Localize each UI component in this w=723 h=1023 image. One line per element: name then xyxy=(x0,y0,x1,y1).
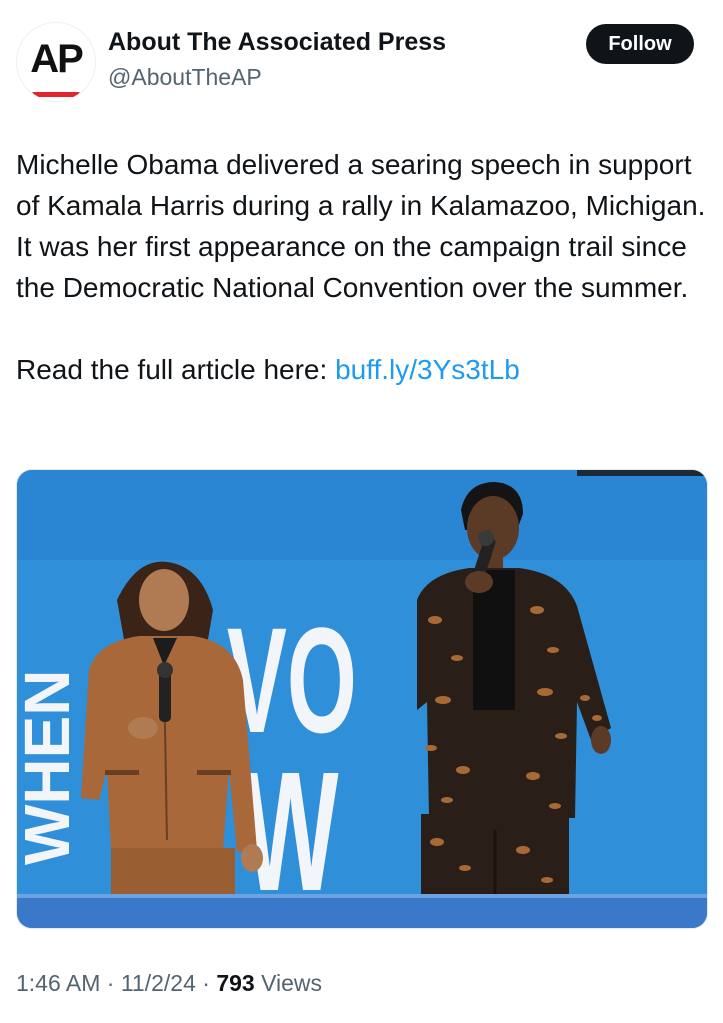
display-name[interactable]: About The Associated Press xyxy=(108,28,446,57)
tweet-text: Michelle Obama delivered a searing speec… xyxy=(16,144,706,390)
meta-separator-2: · xyxy=(195,970,217,996)
views-label: Views xyxy=(254,970,323,996)
tweet-cta: Read the full article here: buff.ly/3Ys3… xyxy=(16,349,706,390)
follow-button[interactable]: Follow xyxy=(586,24,694,64)
tweet-time[interactable]: 1:46 AM xyxy=(16,970,100,996)
meta-separator: · xyxy=(100,970,121,996)
tweet-meta: 1:46 AM · 11/2/24 · 793 Views xyxy=(16,970,322,997)
ap-logo-accent-bar xyxy=(31,92,81,97)
tweet-body: Michelle Obama delivered a searing speec… xyxy=(16,149,706,303)
avatar[interactable]: AP xyxy=(16,22,96,102)
tweet-date[interactable]: 11/2/24 xyxy=(121,970,196,996)
user-handle[interactable]: @AboutTheAP xyxy=(108,64,262,91)
views-count: 793 xyxy=(216,970,255,996)
tweet-cta-prefix: Read the full article here: xyxy=(16,354,336,385)
ap-logo: AP xyxy=(30,37,84,81)
backdrop-text-rotated: WHEN xyxy=(17,669,83,865)
tweet-photo[interactable]: WHEN E VO E W xyxy=(16,469,708,929)
rally-photo-illustration: WHEN E VO E W xyxy=(17,470,707,928)
article-link[interactable]: buff.ly/3Ys3tLb xyxy=(335,354,520,385)
